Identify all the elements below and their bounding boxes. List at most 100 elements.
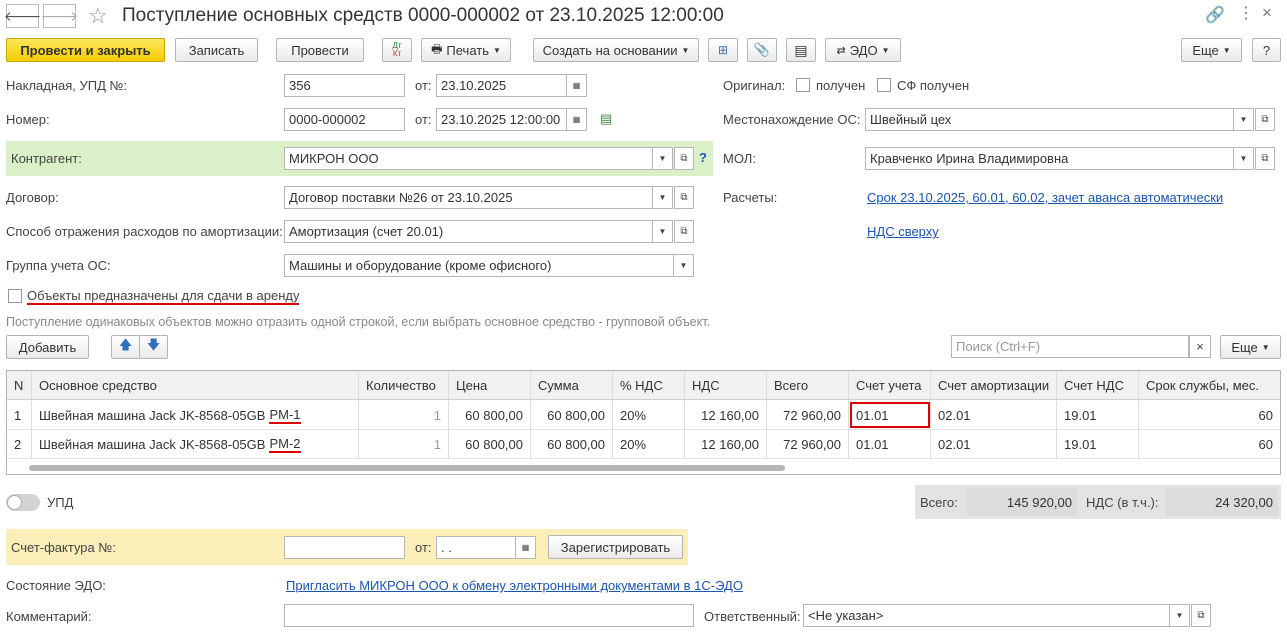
edo-invite-link[interactable]: Пригласить МИКРОН ООО к обмену электронн… (286, 578, 743, 593)
contract-input[interactable]: Договор поставки №26 от 23.10.2025 (284, 186, 653, 209)
back-button[interactable]: 🡐 (4, 4, 41, 28)
more-button[interactable]: Еще ▼ (1181, 38, 1242, 62)
cell-amort-account[interactable]: 02.01 (931, 430, 1057, 458)
chevron-down-icon[interactable]: ▼ (653, 220, 673, 243)
favorite-star-icon[interactable]: ☆ (88, 3, 108, 29)
move-down-button[interactable]: 🡇 (139, 335, 168, 359)
invoice-number-input[interactable]: 356 (284, 74, 405, 97)
calendar-icon[interactable]: ▦ (516, 536, 536, 559)
add-row-button[interactable]: Добавить (6, 335, 89, 359)
sf-received-checkbox[interactable] (877, 78, 891, 92)
col-total[interactable]: Всего (767, 371, 849, 399)
cell-qty[interactable]: 1 (359, 401, 449, 429)
calendar-icon[interactable]: ▦ (567, 108, 587, 131)
col-asset[interactable]: Основное средство (32, 371, 359, 399)
close-icon[interactable]: × (1262, 3, 1272, 23)
cell-asset[interactable]: Швейная машина Jack JK-8568-05GB PM-1 (32, 401, 359, 429)
col-qty[interactable]: Количество (359, 371, 449, 399)
help-button[interactable]: ? (1252, 38, 1281, 62)
help-icon[interactable]: ? (699, 150, 707, 165)
print-button[interactable]: 🖶 Печать ▼ (421, 38, 511, 62)
number-input[interactable]: 0000-000002 (284, 108, 405, 131)
cell-asset[interactable]: Швейная машина Jack JK-8568-05GB PM-2 (32, 430, 359, 458)
search-input[interactable]: Поиск (Ctrl+F) (951, 335, 1189, 358)
cell-total[interactable]: 72 960,00 (767, 430, 849, 458)
cell-vat[interactable]: 12 160,00 (685, 401, 767, 429)
cell-price[interactable]: 60 800,00 (449, 401, 531, 429)
invoice-date-input[interactable]: 23.10.2025 (436, 74, 567, 97)
table-more-button[interactable]: Еще ▼ (1220, 335, 1281, 359)
attach-button[interactable]: 📎 (747, 38, 777, 62)
dt-kt-button[interactable]: Дт Кт (382, 38, 412, 62)
create-based-on-button[interactable]: Создать на основании ▼ (533, 38, 699, 62)
chevron-down-icon[interactable]: ▼ (1170, 604, 1190, 627)
calendar-icon[interactable]: ▦ (567, 74, 587, 97)
edo-button[interactable]: ⇄ ЭДО ▼ (825, 38, 901, 62)
cell-vat-rate[interactable]: 20% (613, 401, 685, 429)
chevron-down-icon[interactable]: ▼ (653, 147, 673, 170)
post-and-close-button[interactable]: Провести и закрыть (6, 38, 165, 62)
sf-number-input[interactable] (284, 536, 405, 559)
cell-vat[interactable]: 12 160,00 (685, 430, 767, 458)
cell-total[interactable]: 72 960,00 (767, 401, 849, 429)
post-button[interactable]: Провести (276, 38, 364, 62)
link-icon[interactable]: 🔗 (1205, 5, 1225, 25)
save-button[interactable]: Записать (175, 38, 258, 62)
register-button[interactable]: Зарегистрировать (548, 535, 683, 559)
cell-qty[interactable]: 1 (359, 430, 449, 458)
chevron-down-icon[interactable]: ▼ (674, 254, 694, 277)
open-icon[interactable]: ⧉ (1255, 108, 1275, 131)
cell-life[interactable]: 60 (1139, 401, 1280, 429)
location-input[interactable]: Швейный цех (865, 108, 1234, 131)
col-vat-account[interactable]: Счет НДС (1057, 371, 1139, 399)
col-amort-account[interactable]: Счет амортизации (931, 371, 1057, 399)
settlements-link[interactable]: Срок 23.10.2025, 60.01, 60.02, зачет ава… (867, 190, 1223, 205)
search-clear-icon[interactable]: × (1189, 335, 1211, 358)
col-vat[interactable]: НДС (685, 371, 767, 399)
open-icon[interactable]: ⧉ (674, 186, 694, 209)
open-icon[interactable]: ⧉ (674, 147, 694, 170)
structure-button[interactable]: ⊞ (708, 38, 738, 62)
counterparty-input[interactable]: МИКРОН ООО (284, 147, 653, 170)
sf-date-input[interactable]: . . (436, 536, 516, 559)
chevron-down-icon[interactable]: ▼ (1234, 147, 1254, 170)
cell-account[interactable]: 01.01 (849, 401, 931, 429)
number-date-input[interactable]: 23.10.2025 12:00:00 (436, 108, 567, 131)
mol-input[interactable]: Кравченко Ирина Владимировна (865, 147, 1234, 170)
comment-input[interactable] (284, 604, 694, 627)
col-n[interactable]: N (7, 371, 32, 399)
report-button[interactable]: ▤ (786, 38, 816, 62)
cell-account[interactable]: 01.01 (849, 430, 931, 458)
original-received-checkbox[interactable] (796, 78, 810, 92)
cell-sum[interactable]: 60 800,00 (531, 430, 613, 458)
menu-dots-icon[interactable]: ⋮ (1238, 3, 1254, 23)
vat-mode-link[interactable]: НДС сверху (867, 224, 939, 239)
chevron-down-icon[interactable]: ▼ (1234, 108, 1254, 131)
cell-vat-account[interactable]: 19.01 (1057, 401, 1139, 429)
cell-life[interactable]: 60 (1139, 430, 1280, 458)
edit-number-icon[interactable]: ▤ (600, 111, 612, 127)
col-life[interactable]: Срок службы, мес. (1139, 371, 1280, 399)
col-sum[interactable]: Сумма (531, 371, 613, 399)
chevron-down-icon[interactable]: ▼ (653, 186, 673, 209)
open-icon[interactable]: ⧉ (1191, 604, 1211, 627)
upd-toggle[interactable] (6, 494, 40, 511)
horizontal-scrollbar[interactable] (29, 465, 785, 471)
asset-group-input[interactable]: Машины и оборудование (кроме офисного) (284, 254, 674, 277)
cell-amort-account[interactable]: 02.01 (931, 401, 1057, 429)
cell-vat-account[interactable]: 19.01 (1057, 430, 1139, 458)
col-price[interactable]: Цена (449, 371, 531, 399)
col-account[interactable]: Счет учета (849, 371, 931, 399)
move-up-button[interactable]: 🡅 (111, 335, 140, 359)
open-icon[interactable]: ⧉ (1255, 147, 1275, 170)
cell-vat-rate[interactable]: 20% (613, 430, 685, 458)
cell-price[interactable]: 60 800,00 (449, 430, 531, 458)
forward-button[interactable]: 🡒 (41, 4, 78, 28)
cell-sum[interactable]: 60 800,00 (531, 401, 613, 429)
responsible-input[interactable]: <Не указан> (803, 604, 1170, 627)
amortization-input[interactable]: Амортизация (счет 20.01) (284, 220, 653, 243)
table-row[interactable]: 1 Швейная машина Jack JK-8568-05GB PM-1 1… (7, 401, 1280, 430)
col-vat-rate[interactable]: % НДС (613, 371, 685, 399)
open-icon[interactable]: ⧉ (674, 220, 694, 243)
lease-checkbox[interactable] (8, 289, 22, 303)
